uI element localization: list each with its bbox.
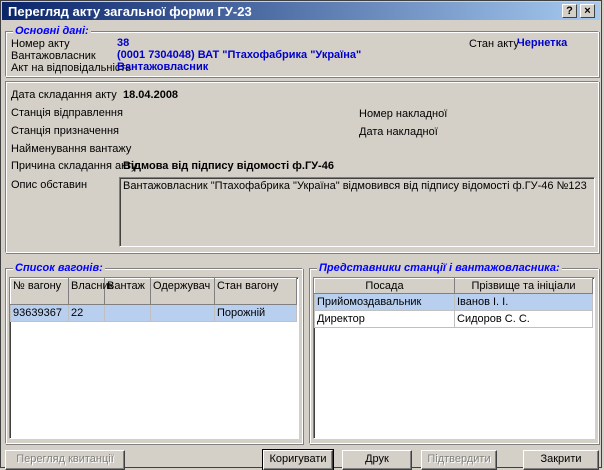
description-memo[interactable]: Вантажовласник "Птахофабрика "Україна" в… [119,177,595,247]
table-row[interactable]: Прийомоздавальник Іванов І. І. [314,293,593,311]
waybill-number-label: Номер накладної [359,108,448,120]
act-state-label: Стан акту [469,38,519,50]
wagons-table[interactable]: № вагону Власник Вантаж Одержувач Стан в… [9,277,299,439]
wagon-cargo-cell[interactable] [104,304,151,322]
title-bar[interactable]: Перегляд акту загальної форми ГУ-23 ? × [2,2,600,20]
view-receipt-button[interactable]: Перегляд квитанції [5,450,125,470]
confirm-button[interactable]: Підтвердити [421,450,497,470]
representatives-title: Представники станції і вантажовласника: [317,262,562,274]
reason-label: Причина складання акту [11,160,137,172]
reason-value: Відмова від підпису відомості ф.ГУ-46 [123,160,334,172]
reps-col-name[interactable]: Прізвище та ініціали [454,278,593,294]
reps-col-position[interactable]: Посада [314,278,455,294]
wagon-number-cell[interactable]: 93639367 [10,304,69,322]
waybill-date-label: Дата накладної [359,126,438,138]
help-button[interactable]: ? [562,4,577,18]
departure-label: Станція відправлення [11,107,123,119]
main-info-title: Основні дані: [13,25,91,37]
rep-name-cell[interactable]: Іванов І. І. [454,293,593,311]
wagon-state-cell[interactable]: Порожній [214,304,297,322]
wagons-col-receiver[interactable]: Одержувач [150,278,215,305]
print-button[interactable]: Друк [342,450,412,470]
close-window-button[interactable]: × [580,4,595,18]
wagon-receiver-cell[interactable] [150,304,215,322]
rep-name-cell[interactable]: Сидоров С. С. [454,310,593,328]
wagons-col-owner[interactable]: Власник [68,278,113,305]
responsible-value: Вантажовласник [117,61,209,73]
owner-label: Вантажовласник [11,50,96,62]
wagons-title: Список вагонів: [13,262,105,274]
act-number-value: 38 [117,37,130,49]
date-value: 18.04.2008 [123,89,179,101]
responsible-label: Акт на відповідальність [11,62,132,74]
owner-value: (0001 7304048) ВАТ "Птахофабрика "Україн… [117,49,362,61]
wagons-col-number[interactable]: № вагону [10,278,69,305]
act-number-label: Номер акту [11,38,70,50]
window-title: Перегляд акту загальної форми ГУ-23 [8,4,252,19]
cargo-label: Найменування вантажу [11,143,132,155]
representatives-table[interactable]: Посада Прізвище та ініціали Прийомоздава… [313,277,595,439]
destination-label: Станція призначення [11,125,119,137]
edit-button[interactable]: Коригувати [262,449,334,470]
rep-position-cell[interactable]: Директор [314,310,455,328]
wagon-owner-cell[interactable]: 22 [68,304,105,322]
rep-position-cell[interactable]: Прийомоздавальник [314,293,455,311]
dialog-window: Перегляд акту загальної форми ГУ-23 ? × … [0,0,602,470]
wagons-col-state[interactable]: Стан вагону [214,278,297,305]
description-label: Опис обставин [11,179,88,191]
date-label: Дата складання акту [11,89,117,101]
table-row[interactable]: Директор Сидоров С. С. [314,310,593,328]
description-text: Вантажовласник "Птахофабрика "Україна" в… [123,180,587,192]
wagons-col-cargo[interactable]: Вантаж [104,278,151,305]
table-row[interactable]: 93639367 22 Порожній [10,304,297,322]
close-button[interactable]: Закрити [523,450,599,470]
act-state-value: Чернетка [517,37,568,49]
